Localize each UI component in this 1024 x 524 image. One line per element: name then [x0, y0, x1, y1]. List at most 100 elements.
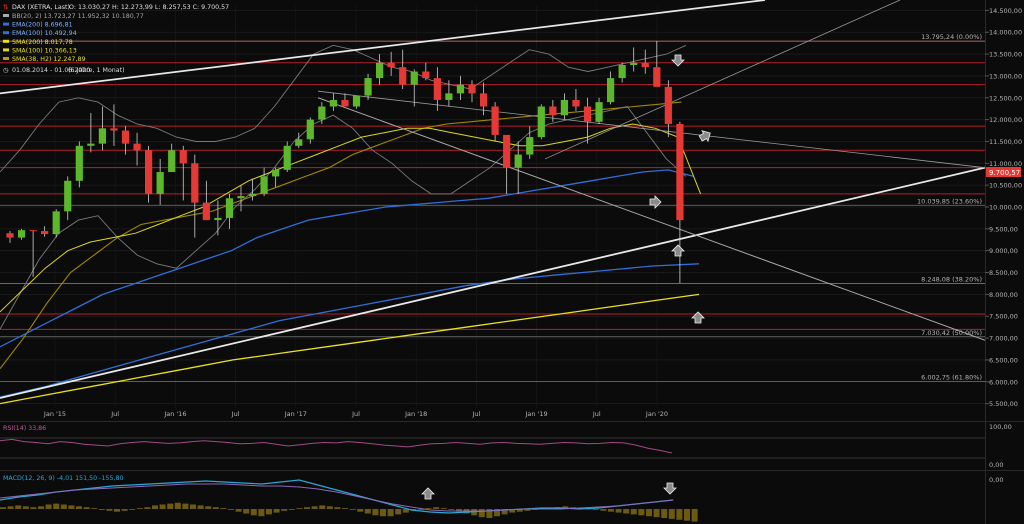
- macd-histogram-bar: [159, 504, 166, 509]
- macd-histogram-bar: [121, 509, 128, 511]
- candle-up: [283, 145, 291, 170]
- legend-color-swatch: [3, 48, 9, 52]
- candle-up: [376, 62, 384, 79]
- macd-histogram-bar: [288, 509, 295, 510]
- candle-down: [583, 106, 592, 122]
- candle-down: [491, 106, 499, 135]
- y-tick-label: 14.500,00: [989, 7, 1022, 15]
- macd-histogram-bar: [387, 509, 394, 517]
- macd-histogram-bar: [190, 504, 196, 509]
- candle-up: [618, 64, 626, 79]
- candle-up: [272, 169, 280, 177]
- macd-histogram-bar: [592, 509, 599, 510]
- y-tick-label: 9.000,00: [989, 247, 1018, 255]
- y-tick-label: 10.500,00: [989, 182, 1022, 190]
- macd-histogram-bar: [372, 509, 379, 516]
- macd-histogram-bar: [136, 508, 143, 509]
- candle-up: [156, 172, 164, 194]
- macd-histogram-bar: [30, 507, 37, 509]
- candle-down: [133, 143, 141, 151]
- last-price-tag: 9.700,57: [986, 167, 1021, 177]
- macd-histogram-bar: [395, 509, 402, 515]
- fibonacci-label: 10.039,85 (23.60%): [917, 197, 982, 205]
- y-tick-label: 7.500,00: [989, 313, 1018, 321]
- macd-histogram-bar: [0, 507, 6, 509]
- candle-down: [503, 134, 511, 168]
- macd-histogram-bar: [296, 508, 303, 509]
- candle-up: [75, 145, 83, 181]
- legend-color-swatch: [3, 14, 9, 17]
- macd-histogram-bar: [250, 509, 257, 516]
- macd-histogram-bar: [273, 509, 280, 513]
- candle-up: [456, 84, 465, 94]
- macd-histogram-bar: [425, 508, 432, 509]
- macd-histogram-bar: [243, 509, 250, 514]
- candle-up: [364, 78, 372, 96]
- macd-histogram-bar: [182, 503, 189, 509]
- macd-histogram-bar: [433, 507, 440, 509]
- macd-histogram-bar: [266, 509, 272, 515]
- candle-up: [306, 119, 314, 140]
- macd-histogram-bar: [668, 509, 675, 519]
- macd-histogram-bar: [691, 509, 698, 522]
- candle-down: [572, 99, 580, 107]
- candle-up: [630, 62, 638, 65]
- macd-histogram-bar: [60, 504, 67, 509]
- macd-histogram-bar: [630, 509, 637, 515]
- macd-histogram-bar: [608, 509, 614, 512]
- legend-indicator-label: EMA(200) 8.696,81: [12, 22, 73, 29]
- candle-down: [387, 62, 395, 68]
- candle-down: [422, 71, 430, 79]
- candle-up: [537, 106, 545, 138]
- macd-histogram-bar: [600, 509, 607, 511]
- macd-tick-label: 0,00: [989, 476, 1003, 484]
- candle-down: [6, 233, 14, 238]
- candle-up: [352, 95, 361, 107]
- x-tick-label: Jul: [110, 410, 119, 418]
- y-tick-label: 13.000,00: [989, 72, 1022, 80]
- rsi-label: RSI(14) 33,86: [3, 425, 46, 432]
- y-tick-label: 13.500,00: [989, 51, 1022, 59]
- macd-histogram-bar: [174, 502, 181, 509]
- y-tick-label: 6.000,00: [989, 378, 1018, 386]
- macd-histogram-bar: [144, 507, 151, 509]
- candle-up: [237, 196, 245, 199]
- y-tick-label: 10.000,00: [989, 204, 1022, 212]
- y-tick-label: 12.000,00: [989, 116, 1022, 124]
- macd-histogram-bar: [205, 506, 212, 509]
- x-tick-label: Jan '16: [163, 410, 186, 418]
- last-price-value: 9.700,57: [989, 169, 1020, 177]
- macd-histogram-bar: [380, 509, 386, 517]
- y-tick-label: 12.500,00: [989, 94, 1022, 102]
- candlestick-chart: 13.795,24 (0.00%) 10.039,85 (23.60%) 8.248…: [0, 0, 1024, 524]
- macd-histogram-bar: [167, 503, 174, 509]
- macd-histogram-bar: [228, 509, 234, 510]
- candle-up: [329, 99, 337, 107]
- y-tick-label: 11.000,00: [989, 160, 1022, 168]
- legend-color-swatch: [3, 57, 9, 60]
- candle-up: [248, 193, 257, 197]
- legend-period: (6 Jahre, 1 Monat): [68, 67, 125, 74]
- x-tick-label: Jan '17: [284, 410, 307, 418]
- macd-histogram-bar: [129, 509, 136, 510]
- macd-histogram-bar: [349, 509, 356, 510]
- macd-histogram-bar: [91, 508, 98, 509]
- legend-indicator-label: SMA(100) 10.366,13: [12, 47, 77, 54]
- x-tick-label: Jul: [351, 410, 360, 418]
- y-tick-label: 7.000,00: [989, 335, 1018, 343]
- y-tick-label: 9.500,00: [989, 225, 1018, 233]
- candle-down: [145, 150, 153, 194]
- macd-histogram-bar: [623, 509, 630, 514]
- macd-histogram-bar: [676, 509, 683, 520]
- macd-histogram-bar: [646, 509, 652, 517]
- y-tick-label: 5.500,00: [989, 400, 1018, 408]
- candle-down: [479, 93, 488, 107]
- x-tick-label: Jan '20: [645, 410, 668, 418]
- macd-histogram-bar: [326, 506, 333, 509]
- macd-histogram-bar: [38, 506, 44, 509]
- macd-histogram-bar: [319, 505, 326, 509]
- macd-histogram-bar: [7, 506, 14, 509]
- rsi-tick-label: 0,00: [989, 461, 1003, 469]
- macd-histogram-bar: [152, 505, 158, 509]
- macd-histogram-bar: [364, 509, 371, 514]
